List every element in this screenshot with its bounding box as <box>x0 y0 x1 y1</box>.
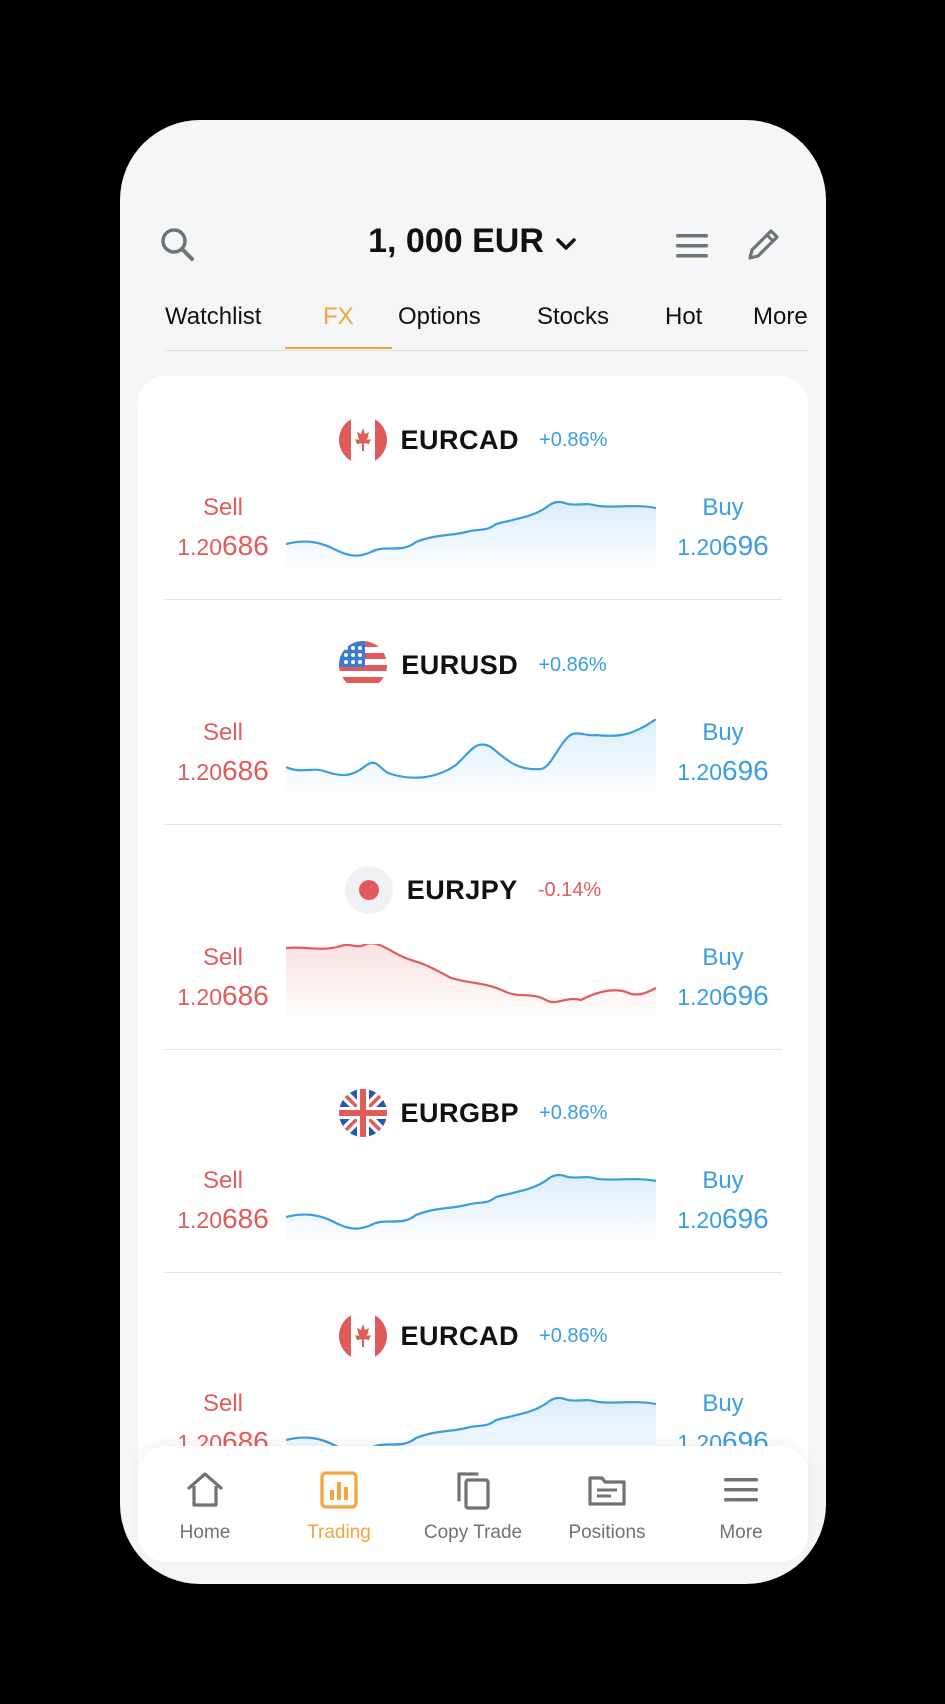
price-sparkline <box>286 500 656 574</box>
row-divider <box>164 599 782 600</box>
nav-label: Home <box>179 1522 231 1543</box>
nav-positions[interactable]: Positions <box>540 1460 674 1556</box>
canada-flag-icon <box>338 1312 387 1360</box>
buy-label: Buy <box>702 494 744 521</box>
buy-label: Buy <box>702 1390 744 1417</box>
instrument-header: EURGBP +0.86% <box>138 1089 808 1137</box>
buy-label: Buy <box>702 944 744 971</box>
instrument-row-eurcad[interactable]: EURCAD +0.86% Sell 1.20686 Buy 1.20696 <box>138 376 808 600</box>
sell-label: Sell <box>202 1390 244 1417</box>
account-balance: 1, 000 EUR <box>368 222 544 260</box>
tab-more[interactable]: More <box>753 290 808 348</box>
nav-copy-trade[interactable]: Copy Trade <box>406 1460 540 1556</box>
pair-name: EURCAD <box>400 1320 520 1351</box>
change-percent: +0.86% <box>538 653 607 676</box>
nav-label: Trading <box>307 1522 371 1543</box>
pair-name: EURUSD <box>401 649 519 680</box>
instrument-row-eurgbp[interactable]: EURGBP +0.86% Sell 1.20686 Buy 1.20696 <box>138 1049 808 1273</box>
tab-options[interactable]: Options <box>398 290 481 348</box>
bottom-navigation: Home Trading Copy Trade Positions More <box>138 1446 808 1562</box>
home-icon <box>183 1468 227 1512</box>
price-sparkline <box>286 1173 656 1247</box>
account-balance-selector[interactable]: 1, 000 EUR <box>120 222 826 263</box>
tab-label: Hot <box>665 303 703 330</box>
folder-icon <box>585 1468 629 1512</box>
buy-price: 1.20696 <box>677 980 769 1011</box>
tab-watchlist[interactable]: Watchlist <box>165 290 261 348</box>
sell-label: Sell <box>202 1167 244 1194</box>
header: 1, 000 EUR <box>120 120 826 270</box>
instrument-row-eurjpy[interactable]: EURJPY -0.14% Sell 1.20686 Buy 1.20696 <box>138 826 808 1050</box>
sell-button[interactable]: Sell 1.20686 <box>158 944 288 1012</box>
pair-name: EURCAD <box>400 424 520 455</box>
instrument-header: EURCAD +0.86% <box>138 1312 808 1360</box>
nav-label: More <box>719 1522 763 1543</box>
phone-screen: 1, 000 EUR Watchlist FX Options Stocks H… <box>120 120 826 1584</box>
sell-price: 1.20686 <box>177 1203 269 1234</box>
pair-name: EURJPY <box>406 874 518 905</box>
price-sparkline <box>286 944 656 1024</box>
nav-label: Positions <box>568 1522 646 1543</box>
buy-price: 1.20696 <box>677 1203 769 1234</box>
chart-icon <box>317 1468 361 1512</box>
nav-label: Copy Trade <box>423 1522 523 1543</box>
usa-flag-icon <box>339 641 388 689</box>
sell-label: Sell <box>202 494 244 521</box>
instrument-list: EURCAD +0.86% Sell 1.20686 Buy 1.20696 E… <box>138 376 808 1476</box>
sell-price: 1.20686 <box>177 530 269 561</box>
menu-icon <box>719 1468 763 1512</box>
sell-price: 1.20686 <box>177 980 269 1011</box>
buy-button[interactable]: Buy 1.20696 <box>658 1167 788 1235</box>
instrument-row-eurusd[interactable]: EURUSD +0.86% Sell 1.20686 Buy 1.20696 <box>138 601 808 825</box>
canada-flag-icon <box>338 416 387 464</box>
nav-trading[interactable]: Trading <box>272 1460 406 1556</box>
edit-pencil-icon[interactable] <box>744 224 784 264</box>
buy-button[interactable]: Buy 1.20696 <box>658 719 788 787</box>
buy-button[interactable]: Buy 1.20696 <box>658 494 788 562</box>
nav-more[interactable]: More <box>674 1460 808 1556</box>
instrument-header: EURUSD +0.86% <box>138 641 808 689</box>
tab-label: FX <box>323 303 354 330</box>
change-percent: +0.86% <box>539 428 608 451</box>
tab-hot[interactable]: Hot <box>665 290 702 348</box>
row-divider <box>164 824 782 825</box>
tab-label: Options <box>398 303 481 330</box>
pair-name: EURGBP <box>400 1097 520 1128</box>
change-percent: -0.14% <box>537 878 602 901</box>
copy-icon <box>451 1468 495 1512</box>
buy-label: Buy <box>702 1167 744 1194</box>
tab-label: More <box>753 303 808 330</box>
buy-price: 1.20696 <box>677 530 769 561</box>
sell-button[interactable]: Sell 1.20686 <box>158 719 288 787</box>
category-tabs: Watchlist FX Options Stocks Hot More <box>165 290 808 351</box>
nav-home[interactable]: Home <box>138 1460 272 1556</box>
tab-label: Stocks <box>537 303 610 330</box>
instrument-header: EURCAD +0.86% <box>138 416 808 464</box>
tab-fx[interactable]: FX <box>285 290 391 349</box>
sell-label: Sell <box>202 944 244 971</box>
list-menu-icon[interactable] <box>672 228 712 264</box>
change-percent: +0.86% <box>539 1101 608 1124</box>
price-sparkline <box>286 719 656 799</box>
instrument-header: EURJPY -0.14% <box>138 866 808 914</box>
buy-button[interactable]: Buy 1.20696 <box>658 944 788 1012</box>
japan-flag-icon <box>344 866 393 914</box>
sell-price: 1.20686 <box>177 755 269 786</box>
tab-stocks[interactable]: Stocks <box>537 290 609 348</box>
change-percent: +0.86% <box>539 1324 608 1347</box>
chevron-down-icon <box>554 224 578 263</box>
buy-price: 1.20696 <box>677 755 769 786</box>
sell-button[interactable]: Sell 1.20686 <box>158 494 288 562</box>
sell-label: Sell <box>202 719 244 746</box>
sell-button[interactable]: Sell 1.20686 <box>158 1167 288 1235</box>
tab-label: Watchlist <box>165 303 262 330</box>
buy-label: Buy <box>702 719 744 746</box>
uk-flag-icon <box>338 1089 387 1137</box>
